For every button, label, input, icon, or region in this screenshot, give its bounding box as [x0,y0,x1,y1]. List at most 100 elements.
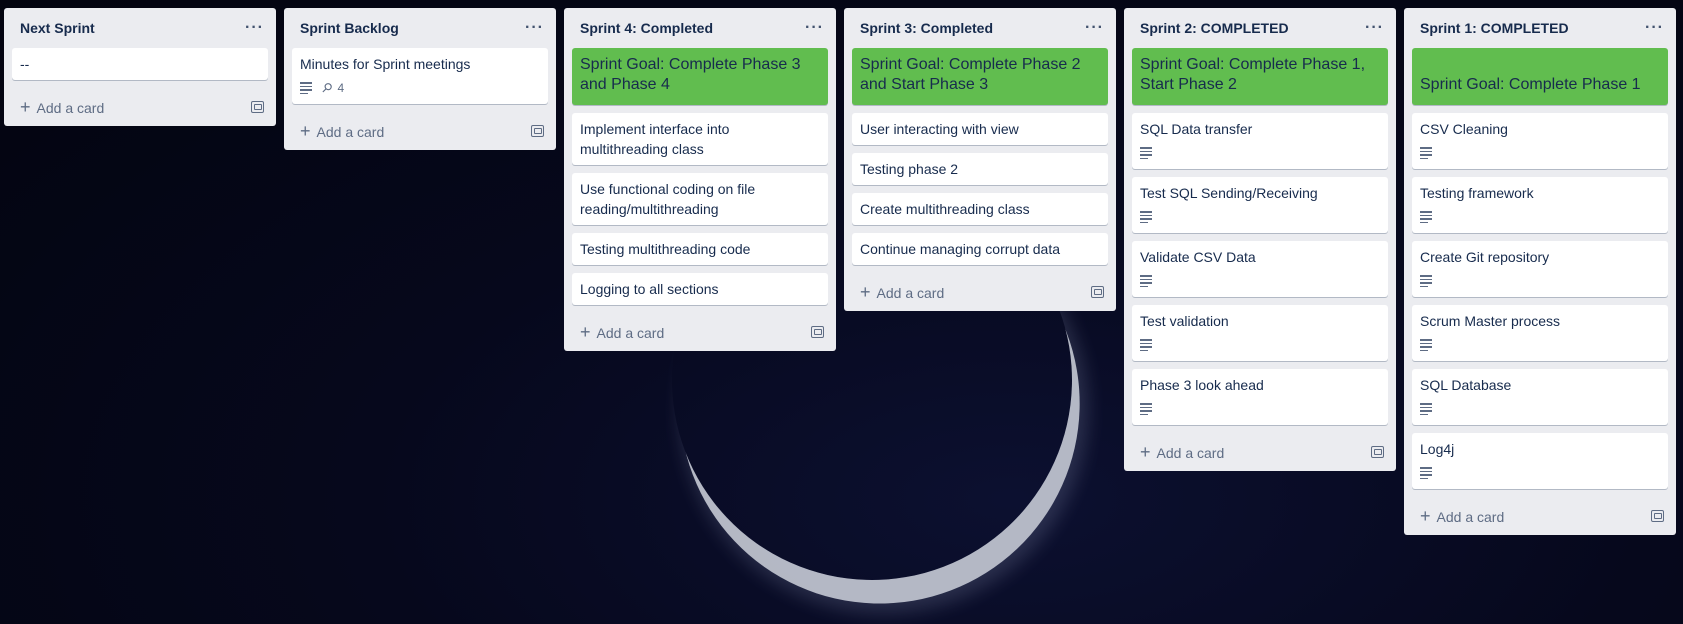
add-card-button[interactable]: + Add a card [1412,497,1668,535]
card-title: Scrum Master process [1420,313,1561,329]
card[interactable]: SQL Database [1412,369,1668,425]
card[interactable]: -- [12,48,268,80]
description-icon [1420,339,1432,351]
add-card-button[interactable]: + Add a card [292,112,548,150]
card-title: Sprint Goal: Complete Phase 1, Start Pha… [1140,56,1366,93]
card-title: Logging to all sections [580,281,719,297]
card-title: Test SQL Sending/Receiving [1140,185,1318,201]
card-title: Minutes for Sprint meetings [300,56,471,72]
paperclip-icon: ⚲ [318,78,336,97]
description-icon [1420,403,1432,415]
list-menu-icon[interactable]: ··· [1645,19,1664,37]
card[interactable]: Testing framework [1412,177,1668,233]
card[interactable]: User interacting with view [852,113,1108,145]
plus-icon: + [1140,441,1151,462]
list-menu-icon[interactable]: ··· [245,19,264,37]
list-menu-icon[interactable]: ··· [1085,19,1104,37]
description-icon [1140,147,1152,159]
add-card-button[interactable]: + Add a card [852,273,1108,311]
description-icon [300,82,312,94]
list-header: Sprint Backlog ··· [292,8,548,48]
description-icon [1140,339,1152,351]
list-title: Next Sprint [20,20,95,36]
card-template-icon[interactable] [811,326,824,338]
card[interactable]: Continue managing corrupt data [852,233,1108,265]
add-card-label: Add a card [316,123,385,140]
list-header: Sprint 2: COMPLETED ··· [1132,8,1388,48]
card-title: Sprint Goal: Complete Phase 2 and Start … [860,56,1081,93]
card-badges [1420,463,1660,483]
card-badges [1420,207,1660,227]
description-icon [1420,275,1432,287]
sprint-goal-card[interactable]: Sprint Goal: Complete Phase 3 and Phase … [572,48,828,105]
card[interactable]: Create Git repository [1412,241,1668,297]
card[interactable]: Test SQL Sending/Receiving [1132,177,1388,233]
card-template-icon[interactable] [1091,286,1104,298]
list-title: Sprint 2: COMPLETED [1140,20,1289,36]
card[interactable]: Test validation [1132,305,1388,361]
card[interactable]: Implement interface into multithreading … [572,113,828,165]
plus-icon: + [860,281,871,302]
card-badges [1140,271,1380,291]
card-template-icon[interactable] [1371,446,1384,458]
add-card-button[interactable]: + Add a card [12,88,268,126]
plus-icon: + [580,321,591,342]
card[interactable]: Create multithreading class [852,193,1108,225]
card-badges [1420,335,1660,355]
card-template-icon[interactable] [1651,510,1664,522]
card[interactable]: Scrum Master process [1412,305,1668,361]
card-title: Create multithreading class [860,201,1030,217]
card-title: SQL Database [1420,377,1512,393]
card[interactable]: Validate CSV Data [1132,241,1388,297]
add-card-label: Add a card [1436,508,1505,525]
list-sprint-4: Sprint 4: Completed ··· Sprint Goal: Com… [564,8,836,351]
sprint-goal-card[interactable]: Sprint Goal: Complete Phase 2 and Start … [852,48,1108,105]
card-title: Log4j [1420,441,1455,457]
plus-icon: + [20,96,31,117]
description-icon [1140,403,1152,415]
add-card-label: Add a card [876,284,945,301]
list-sprint-3: Sprint 3: Completed ··· Sprint Goal: Com… [844,8,1116,311]
card-template-icon[interactable] [251,101,264,113]
list-menu-icon[interactable]: ··· [805,19,824,37]
card-badges [1140,207,1380,227]
card-title: Implement interface into multithreading … [580,121,730,157]
card[interactable]: Phase 3 look ahead [1132,369,1388,425]
card-title: Sprint Goal: Complete Phase 1 [1420,76,1641,93]
add-card-label: Add a card [596,324,665,341]
card-title: CSV Cleaning [1420,121,1508,137]
list-header: Sprint 1: COMPLETED ··· [1412,8,1668,48]
list-title: Sprint Backlog [300,20,399,36]
description-icon [1140,275,1152,287]
add-card-button[interactable]: + Add a card [572,313,828,351]
list-header: Sprint 3: Completed ··· [852,8,1108,48]
add-card-label: Add a card [36,99,105,116]
card[interactable]: Testing multithreading code [572,233,828,265]
card[interactable]: Testing phase 2 [852,153,1108,185]
sprint-goal-card[interactable]: Sprint Goal: Complete Phase 1 [1412,48,1668,105]
card[interactable]: Minutes for Sprint meetings ⚲ 4 [292,48,548,104]
list-menu-icon[interactable]: ··· [525,19,544,37]
card-badges [1140,143,1380,163]
card-title: Testing phase 2 [860,161,959,177]
card[interactable]: CSV Cleaning [1412,113,1668,169]
card-template-icon[interactable] [531,125,544,137]
list-menu-icon[interactable]: ··· [1365,19,1384,37]
add-card-button[interactable]: + Add a card [1132,433,1388,471]
list-title: Sprint 4: Completed [580,20,714,36]
card[interactable]: Use functional coding on file reading/mu… [572,173,828,225]
card-title: Testing framework [1420,185,1534,201]
list-sprint-backlog: Sprint Backlog ··· Minutes for Sprint me… [284,8,556,150]
list-header: Sprint 4: Completed ··· [572,8,828,48]
card[interactable]: SQL Data transfer [1132,113,1388,169]
list-header: Next Sprint ··· [12,8,268,48]
card-title: Testing multithreading code [580,241,751,257]
card-title: Use functional coding on file reading/mu… [580,181,756,217]
card-badges: ⚲ 4 [300,78,540,98]
sprint-goal-card[interactable]: Sprint Goal: Complete Phase 1, Start Pha… [1132,48,1388,105]
card-title: Create Git repository [1420,249,1550,265]
card[interactable]: Logging to all sections [572,273,828,305]
card-title: User interacting with view [860,121,1019,137]
attachment-badge: ⚲ 4 [318,78,344,98]
card[interactable]: Log4j [1412,433,1668,489]
